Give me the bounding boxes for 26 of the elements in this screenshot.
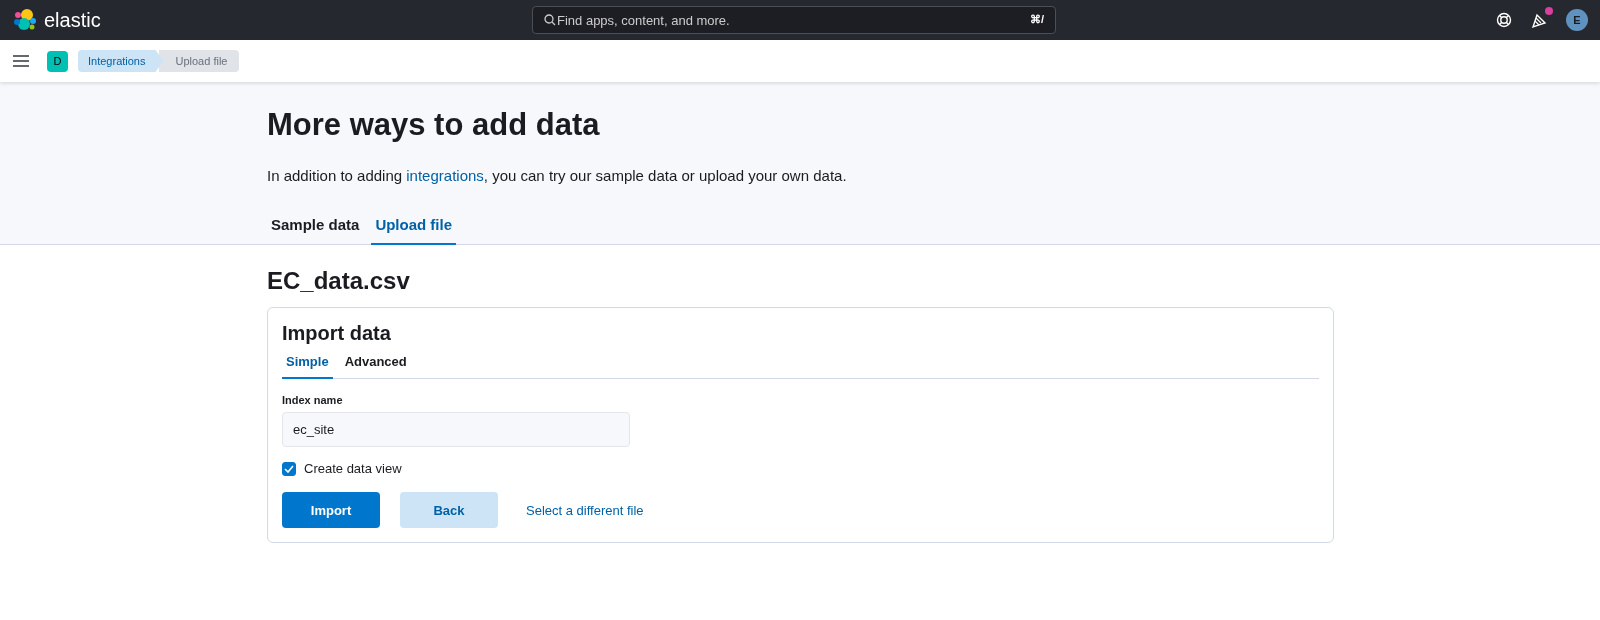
user-avatar[interactable]: E: [1566, 9, 1588, 31]
intro-text: In addition to adding integrations, you can try our sample data or upload your own data.: [267, 167, 848, 184]
panel-title: Import data: [282, 322, 392, 345]
page-title: More ways to add data: [267, 106, 601, 143]
field-label: Index name: [282, 394, 344, 406]
integrations-link[interactable]: integrations: [406, 167, 484, 184]
help-icon[interactable]: [1496, 12, 1512, 28]
import-button[interactable]: Import: [282, 492, 380, 528]
logo-icon: [12, 7, 38, 33]
tab[interactable]: Advanced: [340, 349, 411, 379]
select-file-link[interactable]: Select a different file: [526, 502, 644, 518]
checkbox-label: Create data view: [304, 461, 402, 476]
space-badge[interactable]: D: [47, 50, 68, 72]
logo-text: elastic: [44, 8, 101, 32]
index-name-field[interactable]: ec_site: [282, 412, 630, 447]
checkbox[interactable]: [282, 461, 296, 476]
keyboard-shortcut: ⌘/: [1029, 13, 1044, 26]
menu-icon[interactable]: [13, 55, 29, 67]
back-button[interactable]: Back: [400, 492, 498, 528]
tab[interactable]: Simple: [282, 349, 333, 379]
tab[interactable]: Upload file: [371, 208, 457, 245]
breadcrumb[interactable]: Upload file: [159, 50, 240, 72]
breadcrumb[interactable]: Integrations: [78, 50, 164, 72]
party-popper-icon[interactable]: [1530, 11, 1548, 29]
tab[interactable]: Sample data: [267, 208, 364, 245]
file-title: EC_data.csv: [267, 267, 411, 295]
